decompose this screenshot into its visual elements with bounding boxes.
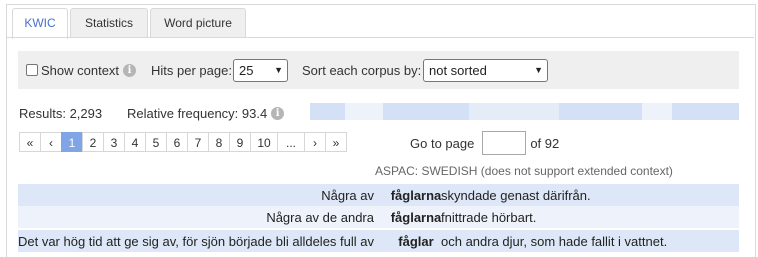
kwic-right-context: fnittrade hörbart. <box>441 209 537 225</box>
hits-per-page-value: 25 <box>239 63 254 78</box>
pagination: « ‹ 1 2 3 4 5 6 7 8 9 10 ... › » <box>19 132 347 154</box>
kwic-left-context: Några av de andra <box>266 209 374 225</box>
kwic-row[interactable]: Några av fåglarna skyndade genast därifr… <box>18 184 739 206</box>
go-to-page-label: Go to page <box>410 135 475 151</box>
page-button[interactable]: 9 <box>229 132 251 152</box>
bar-segment[interactable] <box>559 103 642 120</box>
bar-segment[interactable] <box>642 103 672 120</box>
go-to-page: Go to page of 92 <box>410 131 560 155</box>
hits-per-page-label: Hits per page: <box>151 62 232 78</box>
relative-frequency: Relative frequency: 93.4 i <box>127 104 285 122</box>
corpus-label: ASPAC: SWEDISH (does not support extende… <box>375 164 673 178</box>
show-context-checkbox[interactable] <box>26 64 38 76</box>
page-button[interactable]: 5 <box>145 132 167 152</box>
first-page-button[interactable]: « <box>19 132 41 152</box>
kwic-row[interactable]: Det var hög tid att ge sig av, för sjön … <box>18 230 739 252</box>
prev-page-button[interactable]: ‹ <box>40 132 62 152</box>
page-button[interactable]: 1 <box>61 132 83 152</box>
tab-kwic[interactable]: KWIC <box>12 8 68 39</box>
tab-statistics[interactable]: Statistics <box>70 8 148 38</box>
bar-segment[interactable] <box>383 103 469 120</box>
page-button[interactable]: 3 <box>103 132 125 152</box>
page-button[interactable]: 8 <box>208 132 230 152</box>
last-page-button[interactable]: » <box>325 132 347 152</box>
chevron-down-icon: ▼ <box>534 65 543 75</box>
kwic-right-context: skyndade genast därifrån. <box>441 187 591 203</box>
kwic-right-context: och andra djur, som hade fallit i vattne… <box>441 233 668 249</box>
sort-select[interactable]: not sorted ▼ <box>423 59 548 82</box>
bar-segment[interactable] <box>310 103 345 120</box>
go-to-page-input[interactable] <box>482 131 527 155</box>
results-count: Results: 2,293 <box>19 105 103 121</box>
corpus-distribution-bar <box>310 103 739 120</box>
bar-segment[interactable] <box>469 103 559 120</box>
relative-frequency-label: Relative frequency: 93.4 <box>127 105 268 121</box>
info-icon[interactable]: i <box>271 106 285 120</box>
page-count: of 92 <box>530 135 560 151</box>
chevron-down-icon: ▼ <box>274 65 283 75</box>
page-button[interactable]: 4 <box>124 132 146 152</box>
bar-segment[interactable] <box>345 103 383 120</box>
page-button[interactable]: 7 <box>187 132 209 152</box>
sort-value: not sorted <box>429 63 487 78</box>
tab-bar: KWIC Statistics Word picture <box>12 8 752 39</box>
kwic-left-context: Det var hög tid att ge sig av, för sjön … <box>18 233 374 249</box>
page-button[interactable]: 2 <box>82 132 104 152</box>
info-icon[interactable]: i <box>123 63 137 77</box>
page-button[interactable]: 6 <box>166 132 188 152</box>
ellipsis-button[interactable]: ... <box>277 132 305 152</box>
show-context-label: Show context <box>41 62 120 78</box>
tab-divider <box>6 37 754 38</box>
hits-per-page-select[interactable]: 25 ▼ <box>233 59 288 82</box>
bar-segment[interactable] <box>672 103 739 120</box>
kwic-row[interactable]: Några av de andra fåglarna fnittrade hör… <box>18 206 739 228</box>
kwic-left-context: Några av <box>321 187 374 203</box>
show-context-option: Show context i <box>26 51 137 89</box>
tab-word-picture[interactable]: Word picture <box>150 8 246 38</box>
next-page-button[interactable]: › <box>304 132 326 152</box>
kwic-options-bar: Show context i Hits per page: 25 ▼ Sort … <box>18 51 739 89</box>
page-button[interactable]: 10 <box>250 132 278 152</box>
sort-label: Sort each corpus by: <box>302 62 422 78</box>
